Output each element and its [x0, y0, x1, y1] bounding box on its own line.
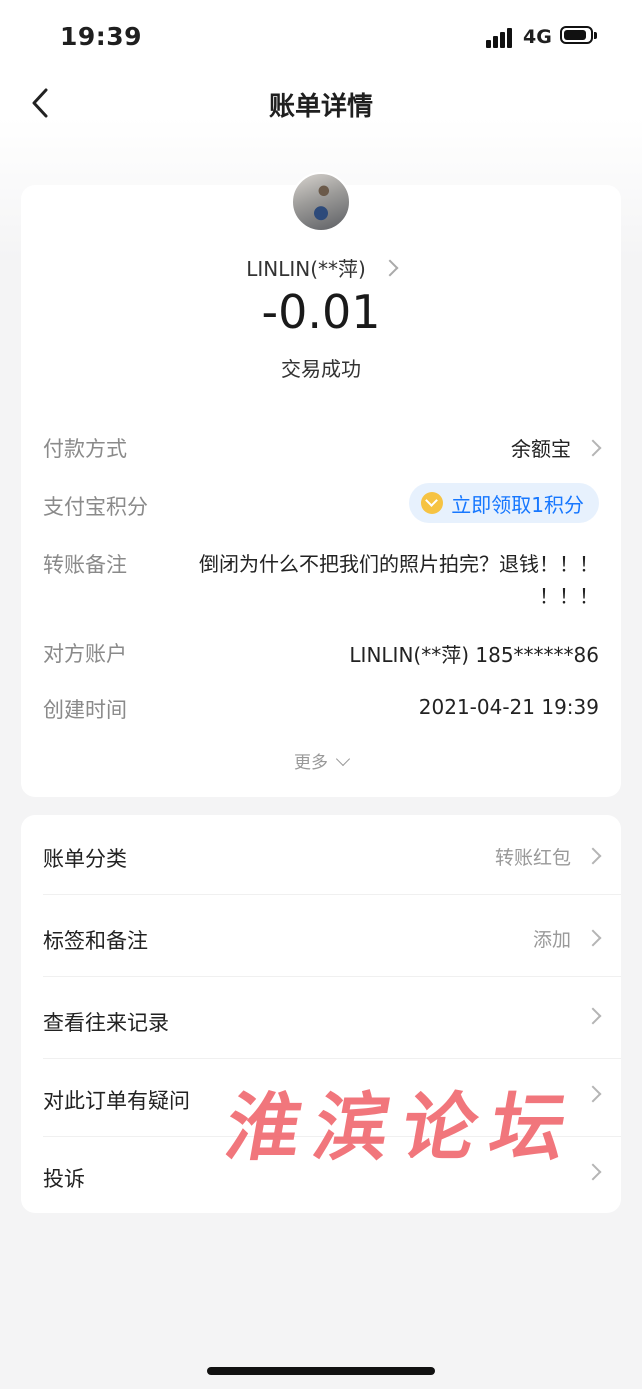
memo-label: 转账备注 — [43, 553, 127, 577]
claim-points-button[interactable]: 立即领取1积分 — [409, 483, 599, 523]
category-value: 转账红包 — [494, 847, 571, 869]
payee-name: LINLIN(**萍) — [246, 257, 366, 281]
chevron-right-icon — [584, 1163, 602, 1181]
list-item-value: 转账红包 — [494, 843, 602, 870]
list-item-value — [571, 1007, 602, 1029]
page-title: 账单详情 — [268, 92, 373, 122]
payment-method-label: 付款方式 — [43, 437, 127, 461]
payment-method-text: 余额宝 — [511, 437, 571, 461]
network-type: 4G — [523, 26, 552, 48]
add-value: 添加 — [532, 929, 571, 951]
payment-method-value[interactable]: 余额宝 — [511, 433, 602, 462]
coin-icon — [421, 492, 444, 514]
more-label: 更多 — [294, 753, 328, 773]
chevron-right-icon — [381, 259, 399, 277]
chevron-right-icon — [584, 929, 602, 947]
list-item-label: 投诉 — [43, 1167, 85, 1191]
list-item-label: 账单分类 — [43, 847, 127, 871]
created-time-label: 创建时间 — [43, 698, 127, 722]
counterparty-label: 对方账户 — [43, 642, 127, 666]
status-time: 19:39 — [60, 22, 143, 51]
list-item-history[interactable]: 查看往来记录 — [21, 979, 621, 1059]
claim-points-text: 立即领取1积分 — [451, 492, 584, 517]
list-item-label: 查看往来记录 — [43, 1011, 169, 1035]
list-item-value: 添加 — [532, 925, 602, 952]
list-item-label: 标签和备注 — [43, 929, 148, 953]
list-item-bill-category[interactable]: 账单分类 转账红包 — [21, 815, 621, 895]
bill-detail-card: LINLIN(**萍) -0.01 交易成功 付款方式 余额宝 支付宝积分 立即… — [21, 172, 621, 797]
more-button[interactable]: 更多 — [21, 748, 621, 773]
points-label: 支付宝积分 — [43, 495, 148, 519]
divider — [43, 976, 621, 977]
chevron-down-icon — [335, 751, 351, 767]
avatar[interactable] — [291, 172, 351, 232]
chevron-right-icon — [584, 439, 602, 457]
memo-value: 倒闭为什么不把我们的照片拍完？退钱！！！ ！！！ — [151, 548, 599, 612]
list-item-tags-notes[interactable]: 标签和备注 添加 — [21, 897, 621, 977]
watermark: 淮滨论坛 — [219, 1085, 587, 1171]
counterparty-value: LINLIN(**萍) 185******86 — [349, 643, 599, 667]
payee-link[interactable]: LINLIN(**萍) — [21, 253, 621, 282]
list-item-value — [571, 1163, 602, 1185]
transaction-status: 交易成功 — [281, 357, 361, 381]
home-indicator[interactable] — [207, 1367, 435, 1375]
amount: -0.01 — [261, 285, 381, 339]
list-item-label: 对此订单有疑问 — [43, 1089, 190, 1113]
chevron-right-icon — [584, 1085, 602, 1103]
chevron-right-icon — [584, 1007, 602, 1025]
memo-line: 倒闭为什么不把我们的照片拍完？退钱！！！ — [199, 552, 599, 576]
battery-icon — [560, 26, 597, 44]
divider — [43, 894, 621, 895]
created-time-value: 2021-04-21 19:39 — [418, 695, 599, 719]
memo-line: ！！！ — [539, 584, 599, 608]
signal-icon — [486, 26, 516, 48]
chevron-right-icon — [584, 847, 602, 865]
